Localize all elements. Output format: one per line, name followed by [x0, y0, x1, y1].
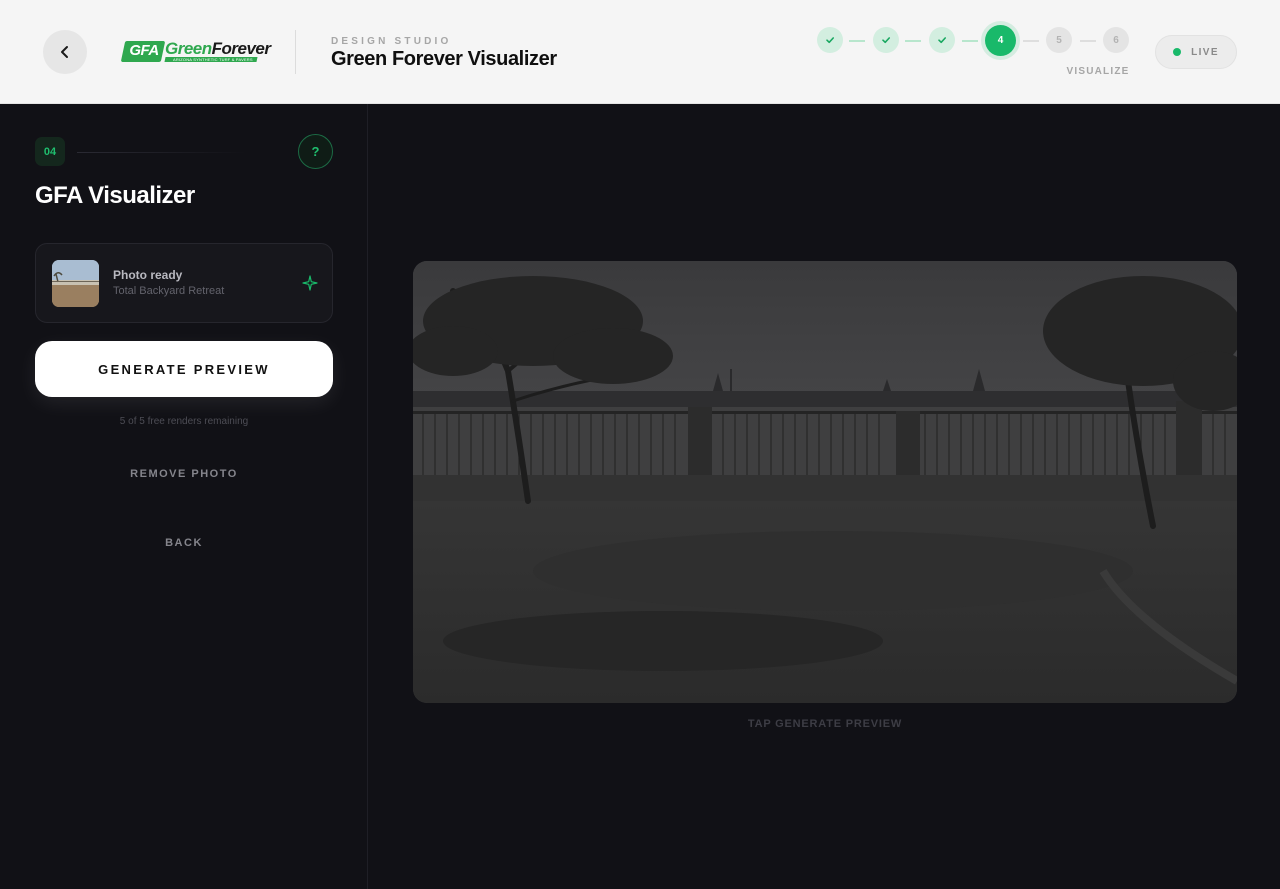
sidebar-panel: 04 ? GFA Visualizer Photo ready Total Ba…: [0, 104, 368, 889]
current-step-label: VISUALIZE: [1066, 66, 1130, 77]
step-connector: [1080, 40, 1096, 42]
live-status-badge: LIVE: [1155, 35, 1237, 69]
panel-title: GFA Visualizer: [35, 182, 195, 209]
step-1[interactable]: [817, 27, 843, 53]
generate-preview-button[interactable]: GENERATE PREVIEW: [35, 341, 333, 397]
step-4-current[interactable]: 4: [985, 25, 1016, 56]
uploaded-photo-card[interactable]: Photo ready Total Backyard Retreat: [35, 243, 333, 323]
step-connector: [905, 40, 921, 42]
logo-badge-text: GFA: [129, 42, 159, 59]
logo-tagline: ARIZONA SYNTHETIC TURF & PAVERS: [173, 57, 253, 62]
preview-caption: TAP GENERATE PREVIEW: [747, 718, 903, 730]
eyebrow-label: DESIGN STUDIO: [331, 36, 452, 47]
step-connector: [1023, 40, 1039, 42]
app-header: GFA GreenForever ARIZONA SYNTHETIC TURF …: [0, 0, 1280, 104]
step-5[interactable]: 5: [1046, 27, 1072, 53]
photo-thumbnail: [52, 260, 99, 307]
thumbnail-image: [52, 260, 99, 307]
step-2[interactable]: [873, 27, 899, 53]
page-title: Green Forever Visualizer: [331, 48, 557, 70]
photo-project-name: Total Backyard Retreat: [113, 285, 225, 297]
step-connector: [849, 40, 865, 42]
logo-word-dark: Forever: [211, 39, 271, 58]
sparkle-icon: [302, 275, 318, 291]
header-divider: [295, 30, 296, 74]
logo-word-green: Green: [165, 39, 212, 58]
live-status-text: LIVE: [1191, 46, 1219, 58]
remove-photo-button[interactable]: REMOVE PHOTO: [35, 468, 333, 480]
back-button[interactable]: [43, 30, 87, 74]
photo-status-text: Photo ready: [113, 268, 183, 282]
step-3[interactable]: [929, 27, 955, 53]
step-connector: [962, 40, 978, 42]
step-6[interactable]: 6: [1103, 27, 1129, 53]
renders-remaining-text: 5 of 5 free renders remaining: [119, 416, 249, 427]
backyard-photo: [413, 261, 1237, 703]
brand-logo[interactable]: GFA GreenForever ARIZONA SYNTHETIC TURF …: [120, 39, 271, 65]
step-number-badge: 04: [35, 137, 65, 166]
check-icon: [882, 37, 890, 44]
chevron-left-icon: [61, 46, 68, 58]
status-dot-icon: [1173, 48, 1182, 56]
back-text-button[interactable]: BACK: [35, 537, 333, 549]
check-icon: [826, 37, 834, 44]
help-button[interactable]: ?: [298, 134, 333, 169]
check-icon: [938, 37, 946, 44]
logo-wordmark: GreenForever: [165, 39, 271, 59]
backyard-photo-preview[interactable]: [413, 261, 1237, 703]
badge-divider: [77, 152, 247, 153]
